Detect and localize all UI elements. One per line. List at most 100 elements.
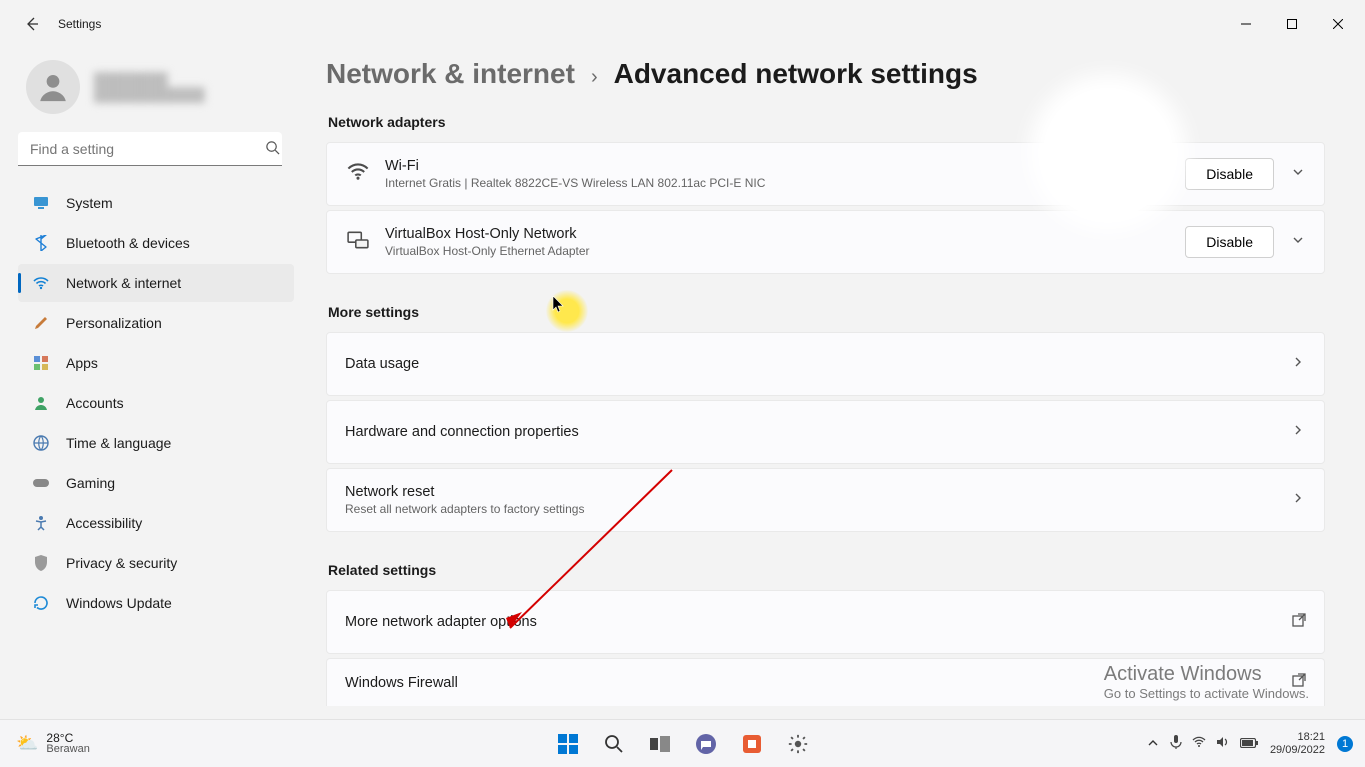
nav-apps[interactable]: Apps bbox=[18, 344, 294, 382]
arrow-left-icon bbox=[24, 16, 40, 32]
nav-label: Personalization bbox=[66, 315, 162, 331]
taskbar-app-chat[interactable] bbox=[686, 724, 726, 764]
monitor-icon bbox=[32, 194, 50, 212]
minimize-button[interactable] bbox=[1223, 8, 1269, 40]
chevron-down-icon[interactable] bbox=[1292, 165, 1306, 183]
taskbar-app-settings[interactable] bbox=[778, 724, 818, 764]
external-link-icon bbox=[1292, 613, 1306, 632]
page-title: Advanced network settings bbox=[614, 58, 978, 90]
sidebar: ████████████████████ System Bluetooth & … bbox=[0, 48, 300, 719]
row-title: Data usage bbox=[345, 356, 419, 372]
adapter-title: Wi-Fi bbox=[385, 158, 765, 174]
chevron-right-icon bbox=[1292, 491, 1306, 509]
annotation-highlight-circle bbox=[1043, 88, 1173, 218]
row-title: Network reset bbox=[345, 484, 584, 500]
watermark-title: Activate Windows bbox=[1104, 663, 1309, 686]
chevron-down-icon[interactable] bbox=[1292, 233, 1306, 251]
breadcrumb-parent[interactable]: Network & internet bbox=[326, 58, 575, 90]
nav-label: Accessibility bbox=[66, 515, 142, 531]
adapter-title: VirtualBox Host-Only Network bbox=[385, 226, 590, 242]
chevron-right-icon: › bbox=[591, 66, 598, 89]
account-name: ████████████████████ bbox=[94, 72, 205, 102]
nav-label: System bbox=[66, 195, 113, 211]
disable-button[interactable]: Disable bbox=[1185, 158, 1274, 190]
nav-label: Privacy & security bbox=[66, 555, 177, 571]
wifi-tray-icon[interactable] bbox=[1192, 736, 1206, 751]
adapter-row-virtualbox[interactable]: VirtualBox Host-Only Network VirtualBox … bbox=[326, 210, 1325, 274]
taskview-button[interactable] bbox=[640, 724, 680, 764]
account-block[interactable]: ████████████████████ bbox=[18, 56, 294, 132]
row-hardware-properties[interactable]: Hardware and connection properties bbox=[326, 400, 1325, 464]
shield-icon bbox=[32, 554, 50, 572]
chevron-right-icon bbox=[1292, 423, 1306, 441]
disable-button[interactable]: Disable bbox=[1185, 226, 1274, 258]
back-button[interactable] bbox=[22, 14, 42, 34]
battery-icon[interactable] bbox=[1240, 737, 1258, 751]
volume-icon[interactable] bbox=[1216, 736, 1230, 751]
nav-label: Gaming bbox=[66, 475, 115, 491]
nav-privacy[interactable]: Privacy & security bbox=[18, 544, 294, 582]
taskbar: ⛅ 28°C Berawan 18:21 29/09/2022 1 bbox=[0, 719, 1365, 767]
row-title: Windows Firewall bbox=[345, 675, 458, 691]
app-title: Settings bbox=[58, 17, 101, 31]
person-icon bbox=[36, 70, 70, 104]
section-heading-adapters: Network adapters bbox=[328, 114, 1325, 130]
row-more-adapter-options[interactable]: More network adapter options bbox=[326, 590, 1325, 654]
nav-accounts[interactable]: Accounts bbox=[18, 384, 294, 422]
nav-bluetooth[interactable]: Bluetooth & devices bbox=[18, 224, 294, 262]
section-heading-related: Related settings bbox=[328, 562, 1325, 578]
weather-widget[interactable]: ⛅ 28°C Berawan bbox=[0, 732, 90, 755]
adapter-subtitle: Internet Gratis | Realtek 8822CE-VS Wire… bbox=[385, 176, 765, 190]
accessibility-icon bbox=[32, 514, 50, 532]
breadcrumb: Network & internet › Advanced network se… bbox=[326, 58, 1325, 90]
nav-label: Bluetooth & devices bbox=[66, 235, 190, 251]
weather-desc: Berawan bbox=[46, 744, 89, 755]
ethernet-icon bbox=[345, 231, 371, 254]
nav-accessibility[interactable]: Accessibility bbox=[18, 504, 294, 542]
row-title: More network adapter options bbox=[345, 614, 537, 630]
clock-date: 29/09/2022 bbox=[1270, 744, 1325, 756]
search-input[interactable] bbox=[18, 132, 282, 166]
adapter-row-wifi[interactable]: Wi-Fi Internet Gratis | Realtek 8822CE-V… bbox=[326, 142, 1325, 206]
nav-label: Windows Update bbox=[66, 595, 172, 611]
person-icon bbox=[32, 394, 50, 412]
brush-icon bbox=[32, 314, 50, 332]
watermark-sub: Go to Settings to activate Windows. bbox=[1104, 686, 1309, 701]
nav-label: Apps bbox=[66, 355, 98, 371]
nav-personalization[interactable]: Personalization bbox=[18, 304, 294, 342]
globe-icon bbox=[32, 434, 50, 452]
apps-icon bbox=[32, 354, 50, 372]
nav-network[interactable]: Network & internet bbox=[18, 264, 294, 302]
nav-list: System Bluetooth & devices Network & int… bbox=[18, 184, 294, 622]
maximize-button[interactable] bbox=[1269, 8, 1315, 40]
tray-overflow-icon[interactable] bbox=[1148, 737, 1158, 751]
row-data-usage[interactable]: Data usage bbox=[326, 332, 1325, 396]
chevron-right-icon bbox=[1292, 355, 1306, 373]
row-network-reset[interactable]: Network reset Reset all network adapters… bbox=[326, 468, 1325, 532]
clock-time: 18:21 bbox=[1297, 731, 1325, 743]
row-subtitle: Reset all network adapters to factory se… bbox=[345, 502, 584, 516]
weather-icon: ⛅ bbox=[16, 733, 38, 754]
nav-label: Time & language bbox=[66, 435, 171, 451]
close-button[interactable] bbox=[1315, 8, 1361, 40]
nav-system[interactable]: System bbox=[18, 184, 294, 222]
taskbar-app-recorder[interactable] bbox=[732, 724, 772, 764]
notifications-badge[interactable]: 1 bbox=[1337, 736, 1353, 752]
mic-icon[interactable] bbox=[1170, 735, 1182, 752]
clock[interactable]: 18:21 29/09/2022 bbox=[1270, 731, 1325, 755]
nav-time[interactable]: Time & language bbox=[18, 424, 294, 462]
nav-label: Network & internet bbox=[66, 275, 181, 291]
row-title: Hardware and connection properties bbox=[345, 424, 579, 440]
start-button[interactable] bbox=[548, 724, 588, 764]
adapter-subtitle: VirtualBox Host-Only Ethernet Adapter bbox=[385, 244, 590, 258]
titlebar: Settings bbox=[0, 0, 1365, 48]
nav-update[interactable]: Windows Update bbox=[18, 584, 294, 622]
avatar bbox=[26, 60, 80, 114]
activate-windows-watermark: Activate Windows Go to Settings to activ… bbox=[1104, 663, 1309, 701]
update-icon bbox=[32, 594, 50, 612]
bluetooth-icon bbox=[32, 234, 50, 252]
section-heading-more: More settings bbox=[328, 304, 1325, 320]
search-button[interactable] bbox=[594, 724, 634, 764]
nav-gaming[interactable]: Gaming bbox=[18, 464, 294, 502]
main-content: Network & internet › Advanced network se… bbox=[300, 48, 1365, 719]
